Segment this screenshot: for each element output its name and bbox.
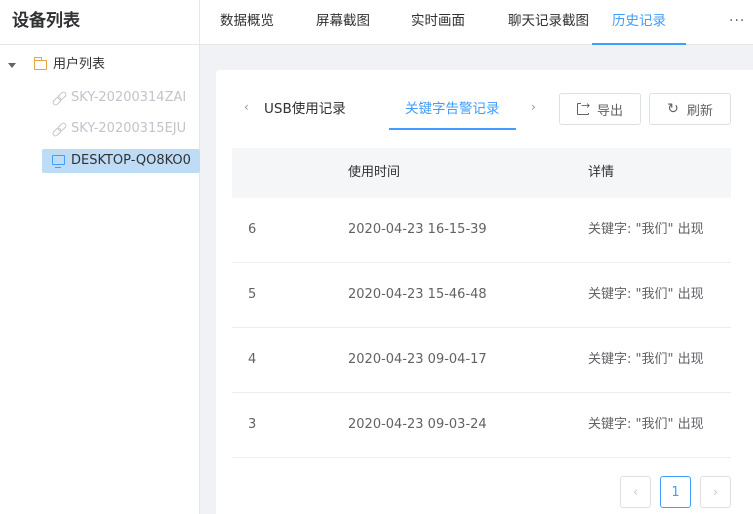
export-icon (576, 99, 591, 115)
history-subtabs: ‹ USB使用记录 关键字告警记录 › (216, 90, 553, 130)
cell-detail: 关键字: "我们" 出现 (588, 352, 704, 367)
device-label: SKY-20200314ZAI (71, 90, 187, 105)
cell-index: 5 (248, 287, 257, 302)
table-row[interactable]: 5 2020-04-23 15-46-48 关键字: "我们" 出现 (232, 263, 731, 328)
cell-index: 4 (248, 352, 257, 367)
top-tab-bar: 数据概览 屏幕截图 实时画面 聊天记录截图 历史记录 ··· (200, 0, 753, 45)
export-button[interactable]: 导出 (559, 93, 641, 125)
device-sidebar: 设备列表 用户列表 SKY-20200314ZAI SKY-20200315EJ… (0, 0, 200, 514)
export-label: 导出 (596, 103, 623, 119)
refresh-icon: ↻ (667, 101, 679, 117)
table-row[interactable]: 3 2020-04-23 09-03-24 关键字: "我们" 出现 (232, 393, 731, 458)
refresh-button[interactable]: ↻ 刷新 (649, 93, 731, 125)
tab-screenshots[interactable]: 屏幕截图 (316, 0, 370, 45)
tree-node-device-3-selected[interactable]: DESKTOP-QO8KO0 (42, 149, 200, 173)
sidebar-title: 设备列表 (0, 0, 199, 45)
caret-down-icon[interactable] (8, 63, 16, 68)
history-card: ‹ USB使用记录 关键字告警记录 › 导出 ↻ 刷新 使用时间 详情 6 20… (216, 70, 753, 514)
tab-data-overview[interactable]: 数据概览 (220, 0, 274, 45)
tab-live-view[interactable]: 实时画面 (411, 0, 465, 45)
cell-detail: 关键字: "我们" 出现 (588, 417, 704, 432)
device-label: SKY-20200315EJU (71, 121, 187, 136)
tab-history[interactable]: 历史记录 (592, 0, 686, 45)
pagination-page-1[interactable]: 1 (660, 476, 691, 508)
refresh-label: 刷新 (686, 103, 713, 119)
cell-time: 2020-04-23 15-46-48 (348, 287, 487, 302)
monitor-icon (52, 155, 65, 169)
cell-time: 2020-04-23 16-15-39 (348, 222, 487, 237)
more-tabs-icon[interactable]: ··· (729, 0, 745, 42)
alert-table: 使用时间 详情 6 2020-04-23 16-15-39 关键字: "我们" … (232, 148, 731, 458)
subtab-keyword-alerts[interactable]: 关键字告警记录 (389, 90, 516, 130)
chevron-right-icon[interactable]: › (531, 100, 536, 114)
cell-index: 3 (248, 417, 257, 432)
chevron-left-icon[interactable]: ‹ (244, 100, 249, 114)
cell-detail: 关键字: "我们" 出现 (588, 287, 704, 302)
tree-node-label: 用户列表 (53, 57, 106, 72)
link-icon (52, 122, 66, 136)
table-row[interactable]: 4 2020-04-23 09-04-17 关键字: "我们" 出现 (232, 328, 731, 393)
link-icon (52, 91, 66, 105)
cell-detail: 关键字: "我们" 出现 (588, 222, 704, 237)
table-header: 使用时间 详情 (232, 148, 731, 198)
folder-icon (33, 57, 47, 70)
tree-node-device-1[interactable]: SKY-20200314ZAI (52, 86, 186, 110)
subtab-label: USB使用记录 (264, 101, 346, 117)
cell-index: 6 (248, 222, 257, 237)
device-label: DESKTOP-QO8KO0 (71, 153, 191, 168)
cell-time: 2020-04-23 09-03-24 (348, 417, 487, 432)
column-header-detail: 详情 (588, 165, 615, 180)
cell-time: 2020-04-23 09-04-17 (348, 352, 487, 367)
tab-chat-screenshots[interactable]: 聊天记录截图 (508, 0, 589, 45)
column-header-time: 使用时间 (348, 165, 401, 180)
table-row[interactable]: 6 2020-04-23 16-15-39 关键字: "我们" 出现 (232, 198, 731, 263)
tree-node-device-2[interactable]: SKY-20200315EJU (52, 117, 186, 141)
tree-node-user-list[interactable]: 用户列表 (0, 53, 200, 77)
subtab-usb-records[interactable]: USB使用记录 (264, 90, 346, 130)
pagination-prev-button[interactable]: ‹ (620, 476, 651, 508)
pagination-next-button[interactable]: › (700, 476, 731, 508)
